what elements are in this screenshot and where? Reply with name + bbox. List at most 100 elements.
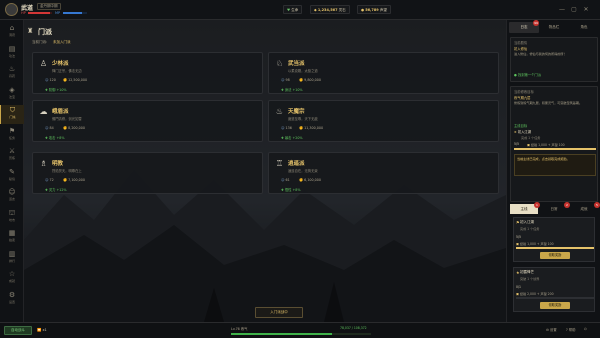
nav-item-4[interactable]: ⛉ 门派 [0,105,24,124]
contribution-value: 56,789 [365,8,379,12]
sect-bonus: ✚ 灵力 +12% [45,187,67,192]
tab-1[interactable]: 物品栏 [539,22,569,33]
nav-item-0[interactable]: ⌂ 洞府 [0,23,24,42]
minimize-icon[interactable]: — [558,6,566,14]
close-icon[interactable]: ✕ [582,6,590,14]
nav-item-10[interactable]: ▦ 拍卖 [0,228,24,247]
quest-reward: ▣ 经验 1,000 + 声望 100 [516,241,554,246]
sect-card[interactable]: ☁ 峨眉派 佛門清修，剑光如雪 ☺ 84 ✊ 8,200,000 ✚ 攻击 +8% [32,100,263,142]
current-sect-value: 未加入门派 [53,40,71,44]
sect-bonus-value: 暴击 +20% [284,136,303,140]
nav-item-6[interactable]: ⚔ 历练 [0,146,24,165]
quest-tab-label: 成就 [580,207,588,211]
top-bar: 武道 金丹期中期 HP MP ♥ 生命 ◆ 1,234,567 灵石 ● 56,… [0,0,600,20]
nav-item-1[interactable]: ▤ 功法 [0,44,24,63]
people-icon: ☺ [281,126,285,130]
nav-label: 秘境 [8,176,15,181]
speed-control[interactable]: ⏩ x1 [37,326,47,335]
avatar[interactable] [5,3,18,16]
sect-name: 天魔宗 [288,109,305,115]
sect-card[interactable]: ♗ 明教 烈焰焚天，明尊在上 ☺ 72 ✊ 7,100,000 ✚ 灵力 +12% [32,152,263,194]
goal-progress-fill [514,148,596,150]
goal-reward: ▣ 经验 1,000 + 声望 100 [527,142,565,147]
claim-reward-button[interactable]: 领取奖励 [540,252,570,259]
exit-button[interactable]: ⏻ [584,327,587,331]
warning-text: 当前主线已完成，点击领取完成奖励。 [517,157,570,161]
sect-emblem-icon: ♖ [275,159,284,168]
nav-item-11[interactable]: ▥ 排行 [0,249,24,268]
auto-battle-button[interactable]: 自动战斗 [4,326,32,335]
sect-desc: 禅门正宗，佛法无边 [52,69,82,73]
gift-icon: ▣ [516,292,519,296]
quest-tab-1[interactable]: 日常 2 [540,202,570,214]
sect-members-value: 120 [49,78,56,82]
plus-icon: ✚ [45,88,48,92]
spirit-stones-unit: 灵石 [338,8,346,12]
quest-progress-bar [516,247,594,249]
spirit-stones-display: ◆ 1,234,567 灵石 [310,5,350,14]
nav-label: 任务 [8,135,15,140]
sect-bonus: ✚ 防御 +10% [45,87,67,92]
exit-icon: ⏻ [584,327,587,331]
nav-item-13[interactable]: ⚙ 设置 [0,290,24,309]
plus-icon: ✚ [281,188,284,192]
cultivation-box: 当前修炼目标 炼气期九层 修炼到炼气期九层，积累灵气，可突破至筑基期。 主线目标… [510,86,598,202]
sect-power-value: 11,300,000 [304,126,324,130]
tab-0[interactable]: 日志 99 [509,20,539,33]
sect-bonus-value: 悟性 +8% [284,188,301,192]
quest-tabs: 主线 1 日常 2 成就 5 [510,202,600,214]
sect-card[interactable]: ♖ 逍遥派 逍遥自在，无拘无束 ☺ 61 ✊ 6,100,000 ✚ 悟性 +8% [268,152,499,194]
heart-icon: ♥ [287,8,291,12]
quest-tab-0[interactable]: 主线 1 [510,202,540,214]
sect-card[interactable]: ♘ 武当派 以柔克刚，太极之道 ☺ 98 ✊ 9,800,000 ✚ 身法 +10% [268,52,499,94]
cultivation-text: 修炼到炼气期九层，积累灵气，可突破至筑基期。 [514,101,583,105]
quest-title: 初露锋芒 [520,270,534,274]
nav-label: 历练 [8,156,15,160]
quest-item: ⚑ 初入江湖 完成 1 个任务 5/5 ▣ 经验 1,000 + 声望 100 领取奖励 [513,217,595,262]
gear-icon: ⚙ [546,328,549,332]
sect-battle-button[interactable]: 入门派战中 [255,307,303,318]
page-title: 门派 [38,28,52,36]
contribution-display: ● 56,789 声望 [357,5,391,14]
home-icon: ⌂ [9,24,15,32]
nav-item-12[interactable]: ☆ 成就 [0,269,24,288]
quest-item: ★ 初露锋芒 突破 1 个境界 0/1 ▣ 经验 2,000 + 声望 200 领取奖励 [513,267,595,312]
quest-tab-2[interactable]: 成就 5 [570,202,600,214]
claim-reward-button[interactable]: 领取奖励 [540,302,570,309]
quest-reward-text: 经验 2,000 + 声望 200 [519,292,554,296]
help-button[interactable]: ? 帮助 [566,327,575,332]
quest-progress: 0/1 [516,285,521,289]
goal-item: ➤ 初入江湖 [514,129,531,134]
nav-label: 功法 [8,53,15,58]
right-panel: 日志 99 物品栏 角色 当前剧情 初入修仙 进入修仙，修仙与我的何的所得的所！ ● … [506,20,600,322]
nav-item-3[interactable]: ◈ 法宝 [0,85,24,104]
story-box: 当前剧情 初入修仙 进入修仙，修仙与我的何的所得的所！ ● 找到第一个门派 [510,37,598,82]
sect-power: ✊ 8,200,000 [63,126,85,130]
sect-power-value: 9,800,000 [304,78,321,82]
tab-2[interactable]: 角色 [569,22,599,33]
nav-item-2[interactable]: ♨ 丹药 [0,64,24,83]
sect-name: 峨眉派 [52,109,69,115]
exp-fill [231,333,332,335]
tab-label: 日志 [520,25,528,29]
story-hint-text: 找到第一个门派 [517,73,542,77]
nav-item-9[interactable]: ⛫ 坊市 [0,208,24,227]
sect-emblem-icon: ♨ [275,107,284,116]
settings-button[interactable]: ⚙ 设置 [546,327,557,332]
nav-item-7[interactable]: ✎ 秘境 [0,167,24,186]
help-icon: ? [566,328,568,332]
sect-bonus-value: 攻击 +8% [48,136,65,140]
nav-item-8[interactable]: ☺ 道友 [0,187,24,206]
sect-power: ✊ 6,100,000 [299,178,321,182]
maximize-icon[interactable]: ▢ [570,6,578,14]
nav-item-5[interactable]: ⚑ 任务 [0,126,24,145]
main-area: ♜ 门派 当前门派: 未加入门派 ♙ 少林派 禅门正宗，佛法无边 ☺ 120 ✊ 12,… [24,20,506,322]
sect-members: ☺ 84 [45,126,54,130]
quest-reward-text: 经验 1,000 + 声望 100 [519,242,554,246]
quest-progress-fill [516,247,594,249]
sect-card[interactable]: ♨ 天魔宗 魔道至尊，天下无敌 ☺ 136 ✊ 11,300,000 ✚ 暴击 +20% [268,100,499,142]
plus-icon: ✚ [45,136,48,140]
sect-members-value: 61 [285,178,290,182]
sect-members: ☺ 61 [281,178,290,182]
sect-card[interactable]: ♙ 少林派 禅门正宗，佛法无边 ☺ 120 ✊ 12,500,000 ✚ 防御 +10% [32,52,263,94]
